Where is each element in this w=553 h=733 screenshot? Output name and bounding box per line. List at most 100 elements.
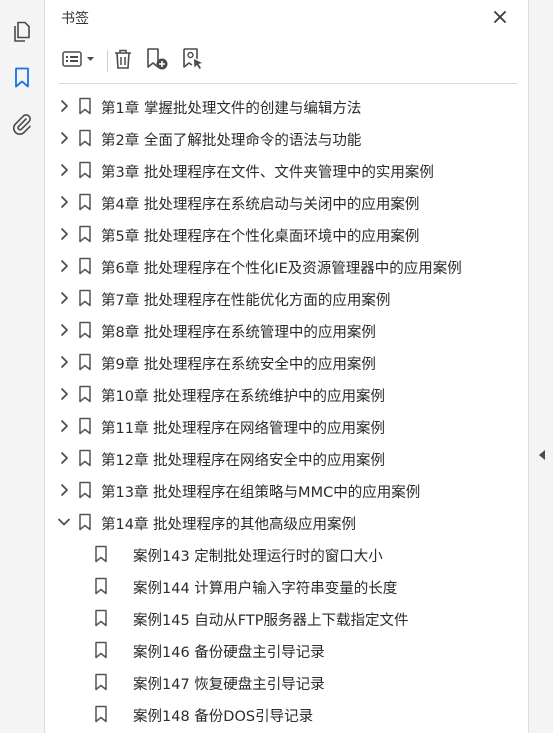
chevron-right-icon[interactable]: [57, 195, 71, 209]
pages-button[interactable]: [8, 18, 36, 46]
bookmark-child-item[interactable]: 案例145 自动从FTP服务器上下载指定文件: [45, 602, 528, 634]
bookmark-icon: [94, 705, 108, 723]
bookmark-child-item[interactable]: 案例148 备份DOS引导记录: [45, 698, 528, 730]
bookmark-label: 第9章 批处理程序在系统安全中的应用案例: [101, 357, 376, 373]
bookmark-label: 案例145 自动从FTP服务器上下载指定文件: [133, 613, 409, 629]
options-menu-button[interactable]: [61, 48, 97, 74]
bookmark-child-item[interactable]: 案例146 备份硬盘主引导记录: [45, 634, 528, 666]
bookmark-label: 第14章 批处理程序的其他高级应用案例: [101, 517, 357, 533]
caret-left-icon: [538, 446, 546, 465]
bookmarks-button[interactable]: [8, 64, 36, 92]
bookmark-icon: [94, 609, 108, 627]
bookmark-item[interactable]: 第7章 批处理程序在性能优化方面的应用案例: [45, 282, 528, 314]
bookmark-icon: [78, 257, 92, 275]
bookmark-icon: [78, 289, 92, 307]
bookmark-item[interactable]: 第9章 批处理程序在系统安全中的应用案例: [45, 346, 528, 378]
bookmark-icon: [94, 545, 108, 563]
toolbar-separator: [107, 50, 108, 72]
bookmark-icon: [78, 513, 92, 531]
bookmark-icon: [78, 481, 92, 499]
bookmarks-toolbar: [45, 44, 528, 78]
bookmark-label: 第11章 批处理程序在网络管理中的应用案例: [101, 421, 386, 437]
bookmark-icon: [94, 577, 108, 595]
bookmark-item[interactable]: 第8章 批处理程序在系统管理中的应用案例: [45, 314, 528, 346]
bookmark-label: 第12章 批处理程序在网络安全中的应用案例: [101, 453, 386, 469]
bookmark-label: 第10章 批处理程序在系统维护中的应用案例: [101, 389, 386, 405]
bookmark-label: 案例148 备份DOS引导记录: [133, 709, 314, 725]
bookmark-item[interactable]: 第2章 全面了解批处理命令的语法与功能: [45, 122, 528, 154]
bookmark-from-selection-button[interactable]: [180, 48, 206, 74]
left-nav-rail: [0, 0, 45, 733]
bookmark-icon: [78, 161, 92, 179]
bookmark-icon: [78, 417, 92, 435]
paperclip-icon: [12, 113, 32, 135]
chevron-down-icon[interactable]: [57, 515, 71, 529]
bookmark-item[interactable]: 第13章 批处理程序在组策略与MMC中的应用案例: [45, 474, 528, 506]
chevron-right-icon[interactable]: [57, 131, 71, 145]
bookmark-icon: [78, 321, 92, 339]
bookmark-item[interactable]: 第4章 批处理程序在系统启动与关闭中的应用案例: [45, 186, 528, 218]
bookmark-label: 第2章 全面了解批处理命令的语法与功能: [101, 133, 362, 149]
new-bookmark-button[interactable]: [144, 48, 170, 74]
bookmark-item[interactable]: 第6章 批处理程序在个性化IE及资源管理器中的应用案例: [45, 250, 528, 282]
add-bookmark-icon: [145, 47, 169, 75]
bookmark-select-icon: [181, 47, 205, 75]
bookmark-label: 案例144 计算用户输入字符串变量的长度: [133, 581, 398, 597]
bookmark-label: 案例143 定制批处理运行时的窗口大小: [133, 549, 383, 565]
expand-pane-button[interactable]: [537, 449, 547, 461]
bookmark-label: 第6章 批处理程序在个性化IE及资源管理器中的应用案例: [101, 261, 462, 277]
bookmark-icon: [78, 225, 92, 243]
bookmark-label: 第4章 批处理程序在系统启动与关闭中的应用案例: [101, 197, 420, 213]
chevron-right-icon[interactable]: [57, 227, 71, 241]
bookmark-label: 案例146 备份硬盘主引导记录: [133, 645, 325, 661]
chevron-right-icon[interactable]: [57, 387, 71, 401]
chevron-right-icon[interactable]: [57, 323, 71, 337]
bookmark-item[interactable]: 第1章 掌握批处理文件的创建与编辑方法: [45, 90, 528, 122]
bookmark-icon: [78, 385, 92, 403]
delete-bookmark-button[interactable]: [111, 48, 135, 74]
bookmark-label: 第8章 批处理程序在系统管理中的应用案例: [101, 325, 376, 341]
bookmark-label: 第7章 批处理程序在性能优化方面的应用案例: [101, 293, 391, 309]
pages-icon: [12, 21, 32, 43]
close-button[interactable]: [489, 7, 511, 29]
bookmark-item[interactable]: 第14章 批处理程序的其他高级应用案例: [45, 506, 528, 538]
bookmark-icon: [78, 353, 92, 371]
bookmark-child-item[interactable]: 案例143 定制批处理运行时的窗口大小: [45, 538, 528, 570]
chevron-right-icon[interactable]: [57, 419, 71, 433]
bookmark-icon: [14, 67, 30, 89]
chevron-right-icon[interactable]: [57, 483, 71, 497]
bookmark-label: 第5章 批处理程序在个性化桌面环境中的应用案例: [101, 229, 420, 245]
chevron-right-icon[interactable]: [57, 99, 71, 113]
panel-header: 书签: [45, 0, 528, 36]
bookmark-label: 第13章 批处理程序在组策略与MMC中的应用案例: [101, 485, 421, 501]
right-gutter: [528, 0, 553, 733]
chevron-right-icon[interactable]: [57, 291, 71, 305]
bookmark-icon: [78, 449, 92, 467]
bookmark-label: 第3章 批处理程序在文件、文件夹管理中的实用案例: [101, 165, 434, 181]
toolbar-divider: [59, 83, 517, 84]
chevron-right-icon[interactable]: [57, 259, 71, 273]
bookmark-tree: 第1章 掌握批处理文件的创建与编辑方法 第2章 全面了解批处理命令的语法与功能第3…: [45, 90, 528, 730]
bookmark-child-item[interactable]: 案例147 恢复硬盘主引导记录: [45, 666, 528, 698]
bookmark-label: 案例147 恢复硬盘主引导记录: [133, 677, 325, 693]
chevron-right-icon[interactable]: [57, 163, 71, 177]
bookmarks-panel: 书签 第1章 掌握批处理文件的创建与编辑方法 第2章 全面了解批处理命令的语法与…: [45, 0, 528, 733]
close-icon: [493, 9, 507, 28]
panel-title: 书签: [61, 11, 89, 27]
chevron-right-icon[interactable]: [57, 355, 71, 369]
bookmark-label: 第1章 掌握批处理文件的创建与编辑方法: [101, 101, 362, 117]
bookmark-child-item[interactable]: 案例144 计算用户输入字符串变量的长度: [45, 570, 528, 602]
bookmark-item[interactable]: 第3章 批处理程序在文件、文件夹管理中的实用案例: [45, 154, 528, 186]
bookmark-icon: [78, 193, 92, 211]
bookmark-item[interactable]: 第10章 批处理程序在系统维护中的应用案例: [45, 378, 528, 410]
bookmark-item[interactable]: 第11章 批处理程序在网络管理中的应用案例: [45, 410, 528, 442]
bookmark-icon: [94, 641, 108, 659]
bookmark-icon: [94, 673, 108, 691]
bookmark-item[interactable]: 第5章 批处理程序在个性化桌面环境中的应用案例: [45, 218, 528, 250]
bookmark-icon: [78, 97, 92, 115]
attachments-button[interactable]: [8, 110, 36, 138]
bookmark-item[interactable]: 第12章 批处理程序在网络安全中的应用案例: [45, 442, 528, 474]
trash-icon: [113, 48, 133, 74]
chevron-right-icon[interactable]: [57, 451, 71, 465]
list-options-icon: [62, 50, 96, 72]
